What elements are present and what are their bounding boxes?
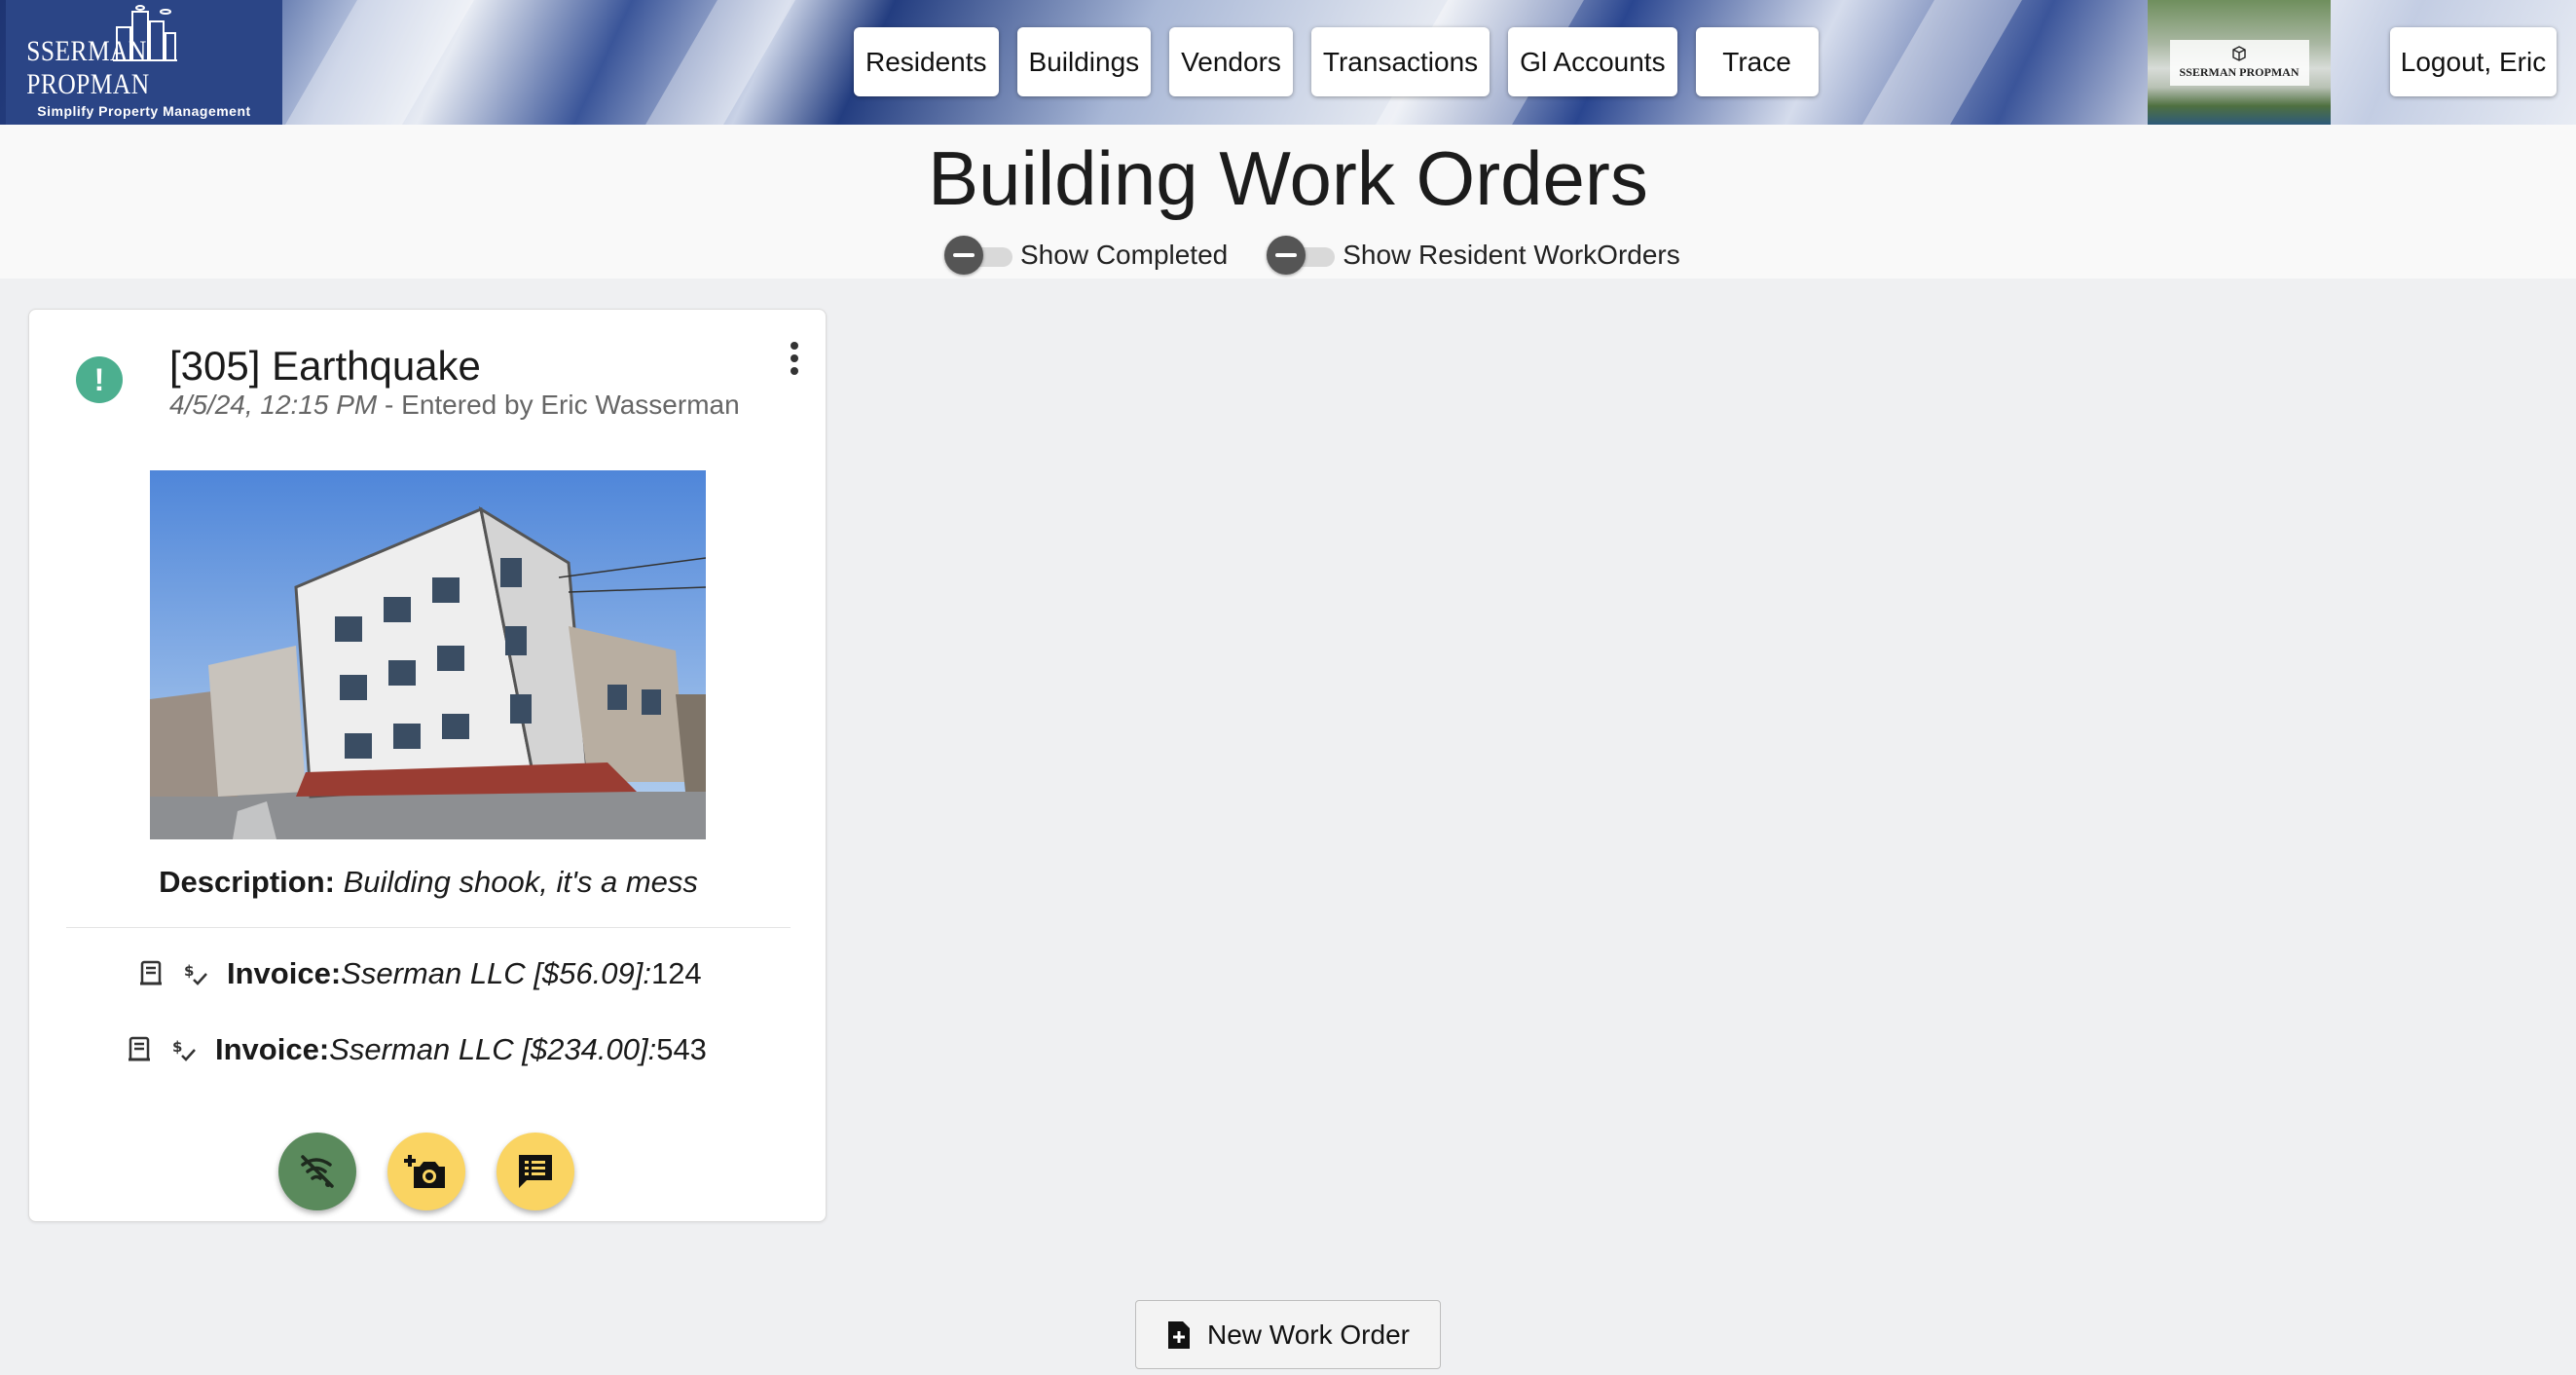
filter-toggles: Show Completed Show Resident WorkOrders [944, 236, 1719, 275]
wifi-off-button[interactable] [278, 1133, 356, 1210]
notes-icon [519, 1155, 552, 1188]
toggle-off-icon [1267, 236, 1306, 275]
toggle-switch[interactable] [944, 236, 1012, 275]
cube-icon [2232, 45, 2246, 61]
work-order-date: 4/5/24, 12:15 PM [169, 390, 378, 420]
price-check-icon: $ [170, 1036, 198, 1063]
invoice-label: Invoice: [215, 1032, 330, 1066]
new-work-order-label: New Work Order [1207, 1319, 1410, 1350]
notes-button[interactable] [497, 1133, 574, 1210]
more-vertical-icon[interactable] [785, 339, 804, 378]
nav-trace-button[interactable]: Trace [1695, 27, 1819, 96]
photo-plate: SSERMAN PROPMAN [2169, 39, 2309, 86]
nav-vendors-button[interactable]: Vendors [1169, 27, 1293, 96]
wifi-off-icon [301, 1155, 334, 1188]
work-order-entered-by: - Entered by Eric Wasserman [377, 390, 740, 420]
toggle-label: Show Completed [1020, 240, 1229, 270]
nav-transactions-button[interactable]: Transactions [1310, 27, 1490, 96]
work-order-card: ! [305] Earthquake 4/5/24, 12:15 PM - En… [28, 309, 827, 1222]
page-title: Building Work Orders [928, 135, 1648, 221]
invoice-number: 543 [656, 1032, 707, 1066]
invoice-label: Invoice: [227, 956, 342, 990]
receipt-icon [139, 960, 165, 987]
toggle-label: Show Resident WorkOrders [1343, 240, 1680, 270]
description-label: Description: [159, 865, 335, 899]
header-decoration [645, 0, 795, 125]
show-resident-workorders-toggle[interactable]: Show Resident WorkOrders [1267, 236, 1680, 275]
invoice-row[interactable]: $ Invoice: Sserman LLC [$56.09]: 124 [139, 956, 702, 991]
receipt-icon [128, 1036, 153, 1063]
nav-gl-accounts-button[interactable]: Gl Accounts [1508, 27, 1677, 96]
app-logo[interactable]: SSERMAN PROPMAN Simplify Property Manage… [6, 0, 282, 125]
title-area: Building Work Orders Show Completed Show… [0, 125, 2576, 279]
toggle-off-icon [944, 236, 983, 275]
work-order-title: [305] Earthquake [169, 343, 481, 389]
divider [66, 927, 791, 928]
building-thumbnail: SSERMAN PROPMAN [2148, 0, 2331, 125]
invoice-row[interactable]: $ Invoice: Sserman LLC [$234.00]: 543 [128, 1032, 707, 1067]
work-order-description: Description: Building shook, it's a mess [29, 865, 828, 900]
new-work-order-button[interactable]: New Work Order [1135, 1300, 1441, 1369]
logout-button[interactable]: Logout, Eric [2390, 27, 2557, 96]
svg-text:$: $ [172, 1038, 182, 1056]
logo-tagline: Simplify Property Management [37, 103, 251, 119]
svg-text:$: $ [184, 962, 194, 980]
logo-name: SSERMAN PROPMAN [26, 35, 150, 100]
work-order-meta: 4/5/24, 12:15 PM - Entered by Eric Wasse… [169, 390, 740, 421]
alert-icon: ! [76, 356, 123, 403]
main-nav: Residents Buildings Vendors Transactions… [854, 27, 1819, 96]
toggle-switch[interactable] [1267, 236, 1336, 275]
nav-residents-button[interactable]: Residents [854, 27, 999, 96]
add-photo-button[interactable] [387, 1133, 465, 1210]
work-order-photo[interactable] [150, 470, 706, 839]
invoice-vendor: Sserman LLC [$234.00]: [329, 1032, 657, 1066]
price-check-icon: $ [182, 960, 209, 987]
photo-caption: SSERMAN PROPMAN [2179, 64, 2300, 79]
collapsed-building-photo [150, 470, 706, 839]
header-decoration [285, 0, 474, 125]
invoice-number: 124 [650, 956, 702, 990]
description-text: Building shook, it's a mess [343, 865, 698, 899]
add-photo-icon [404, 1155, 445, 1188]
app-header: SSERMAN PROPMAN Simplify Property Manage… [0, 0, 2576, 125]
show-completed-toggle[interactable]: Show Completed [944, 236, 1229, 275]
nav-buildings-button[interactable]: Buildings [1016, 27, 1152, 96]
add-document-icon [1166, 1319, 1192, 1351]
header-decoration [1862, 0, 2022, 125]
invoice-vendor: Sserman LLC [$56.09]: [341, 956, 651, 990]
